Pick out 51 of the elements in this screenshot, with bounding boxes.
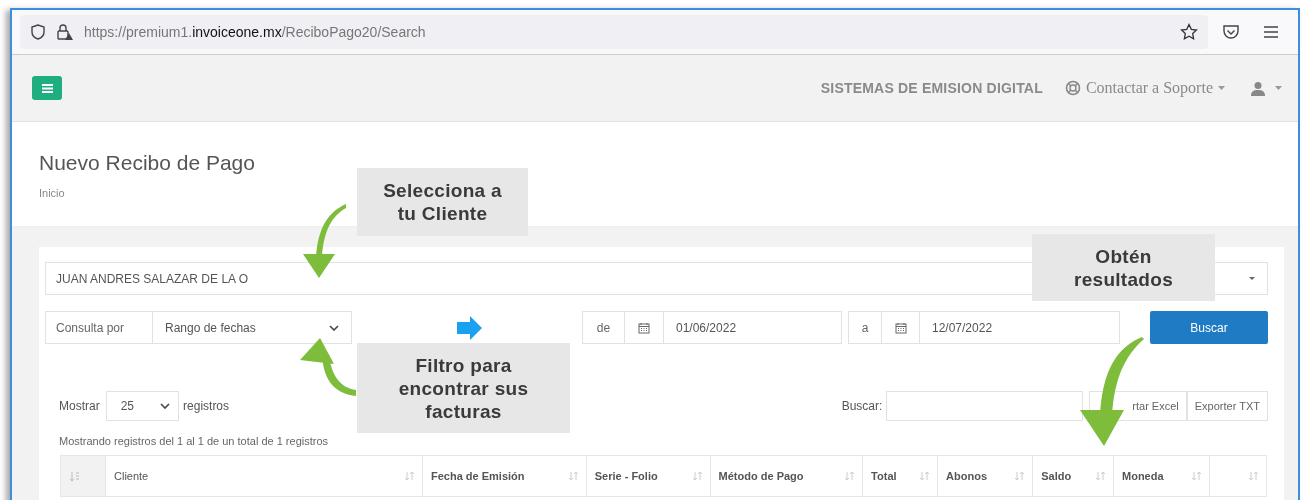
brand-title: SISTEMAS DE EMISION DIGITAL bbox=[820, 80, 1043, 96]
caret-icon bbox=[1275, 86, 1282, 90]
url-text[interactable]: https://premium1.invoiceone.mx/ReciboPago20/Search bbox=[84, 24, 426, 40]
records-label: registros bbox=[183, 399, 230, 413]
annotation-callout: Filtro para encontrar sus facturas bbox=[357, 343, 570, 433]
column-header[interactable]: Cliente bbox=[105, 455, 423, 497]
menu-icon bbox=[41, 83, 53, 93]
curved-arrow bbox=[300, 338, 356, 396]
column-header[interactable] bbox=[1209, 455, 1267, 497]
search-label: Buscar: bbox=[841, 399, 883, 413]
annotation-callout: Obtén resultados bbox=[1032, 234, 1215, 301]
search-field[interactable] bbox=[886, 391, 1084, 421]
sort-icon bbox=[845, 471, 855, 481]
sort-icon bbox=[1249, 471, 1258, 481]
right-arrow-icon bbox=[457, 314, 482, 341]
annotation-callout: Selecciona a tu Cliente bbox=[357, 168, 528, 236]
caret-icon bbox=[1218, 86, 1225, 90]
shield-icon bbox=[30, 24, 46, 40]
page-size-select[interactable]: 25 bbox=[105, 391, 180, 421]
sort-icon bbox=[920, 471, 930, 481]
caret-icon bbox=[1249, 277, 1255, 280]
column-header[interactable]: Método de Pago bbox=[710, 455, 863, 497]
sort-icon bbox=[568, 471, 578, 481]
user-menu[interactable] bbox=[1251, 80, 1282, 96]
breadcrumb-link[interactable]: Inicio bbox=[39, 187, 65, 199]
export-button[interactable]: Exporter TXT bbox=[1186, 391, 1268, 421]
column-header[interactable]: Moneda bbox=[1113, 455, 1210, 497]
sort-icon bbox=[1015, 471, 1025, 481]
chevron-down-icon bbox=[160, 403, 171, 409]
column-header[interactable]: Total bbox=[862, 455, 938, 497]
column-header[interactable]: Serie - Folio bbox=[586, 455, 711, 497]
search-button[interactable]: Buscar bbox=[1150, 311, 1268, 344]
records-info: Mostrando registros del 1 al 1 de un total de 1 registros bbox=[59, 435, 330, 447]
column-header[interactable]: Fecha de Emisión bbox=[422, 455, 587, 497]
lifebuoy-icon bbox=[1064, 80, 1081, 96]
pocket-icon bbox=[1222, 23, 1240, 41]
sort-icon bbox=[405, 471, 414, 481]
lock-warning-icon bbox=[56, 23, 74, 41]
show-label: Mostrar bbox=[59, 399, 100, 413]
sort-icon bbox=[692, 471, 702, 481]
user-icon bbox=[1251, 80, 1265, 96]
sort-header[interactable] bbox=[60, 455, 106, 497]
column-header[interactable]: Abonos bbox=[937, 455, 1033, 497]
page-title: Nuevo Recibo de Pago bbox=[39, 150, 256, 175]
sort-ascending-icon bbox=[69, 470, 80, 482]
sort-icon bbox=[1192, 471, 1201, 481]
menu-icon bbox=[1262, 23, 1280, 41]
bookmark-star-icon bbox=[1180, 23, 1198, 41]
sidebar-toggle-button[interactable] bbox=[32, 76, 62, 100]
sort-icon bbox=[1096, 471, 1105, 481]
column-header[interactable]: Saldo bbox=[1032, 455, 1114, 497]
